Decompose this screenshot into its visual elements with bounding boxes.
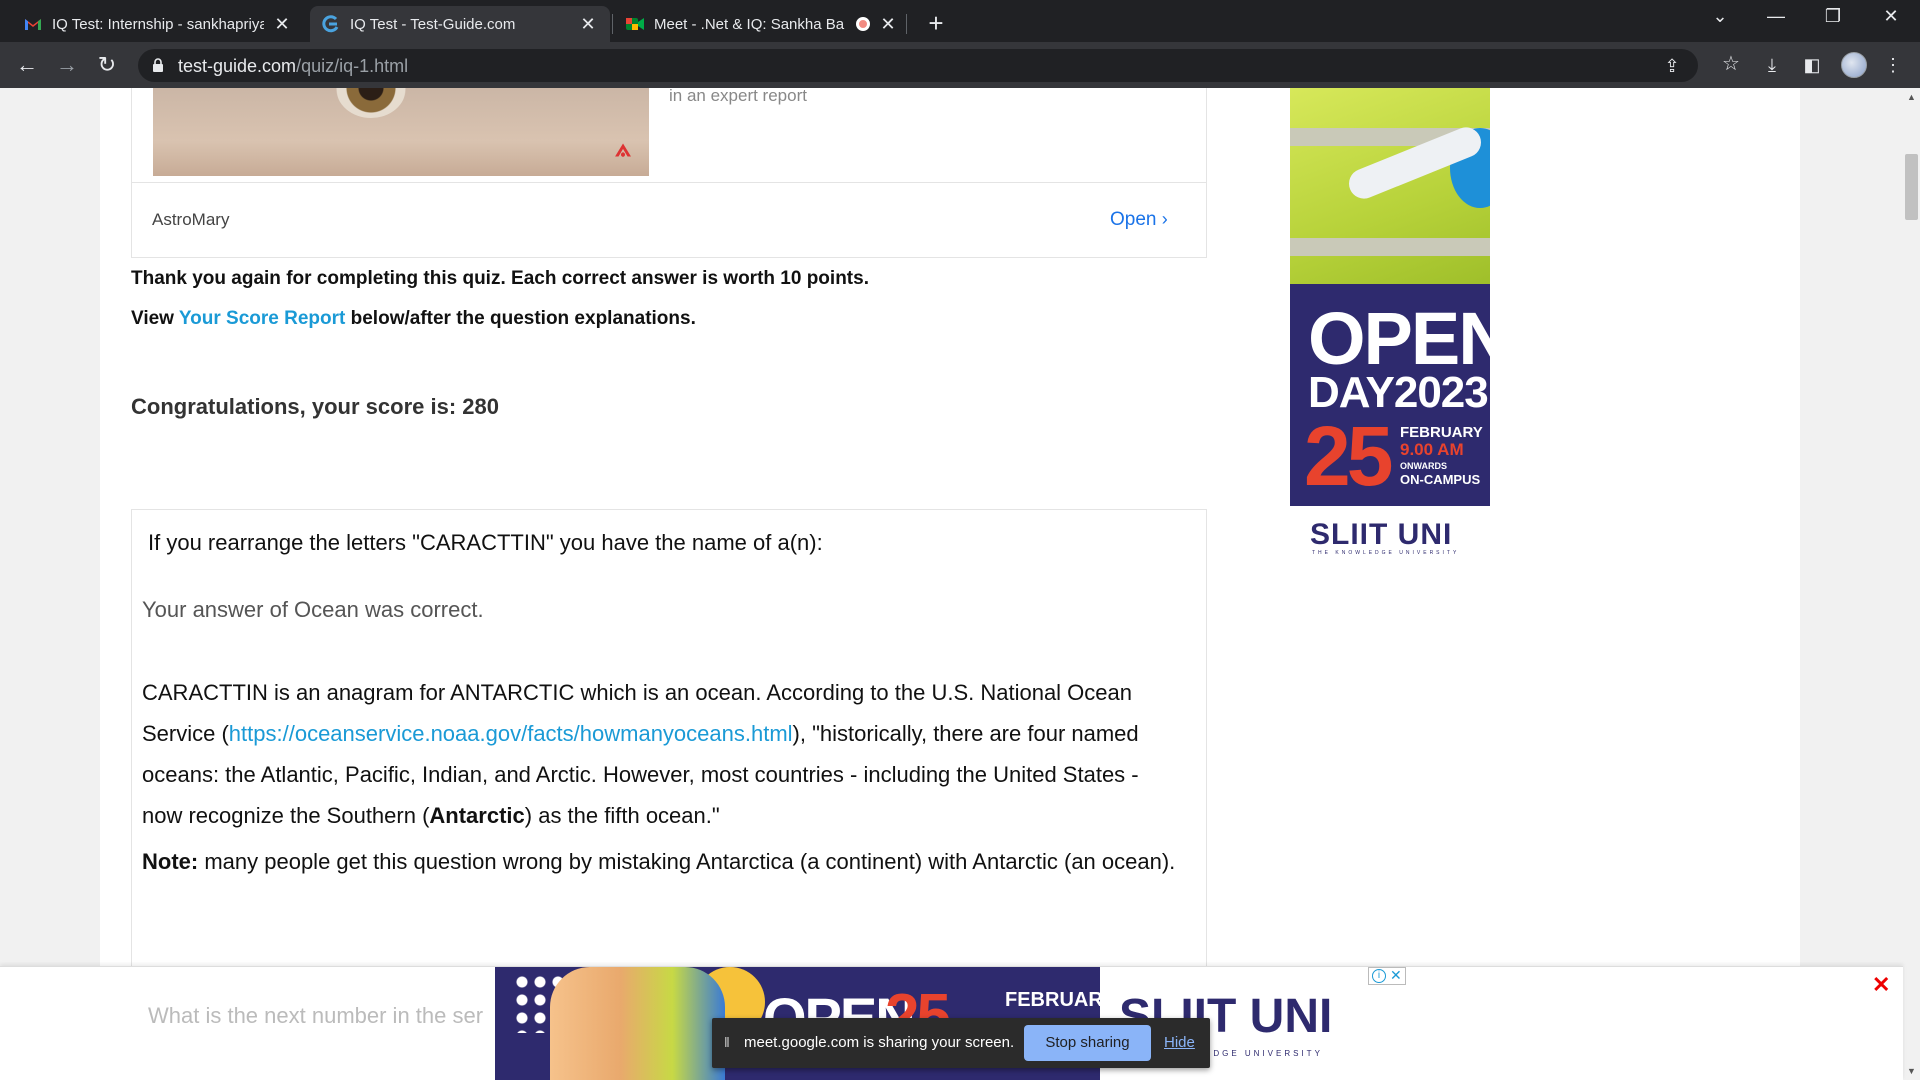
note-label: Note: (142, 849, 199, 874)
new-tab-icon[interactable]: + (922, 8, 950, 39)
page-viewport: ⟑ in an expert report AstroMary Open › T… (0, 88, 1903, 1080)
scrollbar-thumb[interactable] (1905, 154, 1918, 220)
ad-month: FEBRUARY (1400, 424, 1483, 441)
page-content: ⟑ in an expert report AstroMary Open › T… (100, 88, 1800, 1080)
ad-open-label: Open (1110, 209, 1157, 230)
tab-gmail[interactable]: IQ Test: Internship - sankhapriyan ✕ (12, 6, 304, 42)
explanation-bold: Antarctic (429, 803, 525, 828)
view-prefix: View (131, 308, 179, 329)
ad-logo-icon: ⟑ (615, 132, 631, 162)
url-text: test-guide.com/quiz/iq-1.html (178, 56, 408, 77)
tab-title: IQ Test - Test-Guide.com (350, 15, 516, 33)
test-guide-icon (322, 15, 340, 33)
close-window-icon[interactable]: ✕ (1871, 6, 1911, 27)
tab-search-icon[interactable]: ⌄ (1700, 6, 1740, 27)
meet-icon (626, 15, 644, 33)
noaa-link[interactable]: https://oceanservice.noaa.gov/facts/howm… (229, 721, 793, 746)
eye-image (336, 88, 406, 118)
tab-title: Meet - .Net & IQ: Sankha Ba (654, 15, 845, 33)
vest-stripe (1290, 238, 1490, 256)
scroll-down-icon[interactable]: ▼ (1903, 1064, 1920, 1078)
next-question-text: What is the next number in the ser (148, 1003, 484, 1028)
forward-icon[interactable]: → (54, 52, 80, 78)
tab-separator (612, 14, 613, 34)
hide-button[interactable]: Hide (1164, 1034, 1195, 1051)
tab-test-guide[interactable]: IQ Test - Test-Guide.com ✕ (310, 6, 610, 42)
ad-open-word: OPEN (1308, 297, 1512, 380)
share-message: meet.google.com is sharing your screen. (744, 1034, 1015, 1051)
bottom-ad-month: FEBRUARY (1005, 989, 1100, 1011)
ad-choices[interactable]: i ✕ (1368, 967, 1406, 985)
close-tab-icon[interactable]: ✕ (578, 14, 598, 35)
close-sticky-ad-icon[interactable]: ✕ (1872, 972, 1890, 998)
url-path: /quiz/iq-1.html (296, 56, 409, 76)
scroll-up-icon[interactable]: ▲ (1903, 90, 1920, 104)
ad-date: 25 (1304, 409, 1393, 503)
bottom-ad-tagline: EDGE UNIVERSITY (1205, 1049, 1323, 1058)
reload-icon[interactable]: ↻ (94, 52, 120, 78)
tab-strip: IQ Test: Internship - sankhapriyan ✕ IQ … (0, 0, 1920, 42)
ad-onwards: ONWARDS (1400, 461, 1447, 471)
url-host: test-guide.com (178, 56, 297, 76)
tab-title: IQ Test: Internship - sankhapriyan (52, 15, 264, 33)
ad-campus: ON-CAMPUS (1400, 472, 1481, 487)
info-icon[interactable]: i (1372, 969, 1386, 983)
screen-share-bar: ‖ meet.google.com is sharing your screen… (712, 1018, 1210, 1068)
share-icon[interactable]: ⇪ (1662, 56, 1682, 76)
note-text: Note: many people get this question wron… (142, 841, 1182, 882)
bookmark-star-icon[interactable]: ☆ (1721, 54, 1741, 74)
drag-handle-icon[interactable]: ‖ (724, 1034, 730, 1050)
browser-toolbar: ← → ↻ test-guide.com/quiz/iq-1.html ⇪ ☆ … (0, 42, 1920, 88)
chevron-right-icon: › (1161, 209, 1168, 229)
recording-icon (856, 17, 870, 31)
explanation-text: CARACTTIN is an anagram for ANTARCTIC wh… (142, 672, 1182, 836)
view-suffix: below/after the question explanations. (345, 308, 696, 329)
close-tab-icon[interactable]: ✕ (272, 14, 292, 35)
explanation-part: ) as the fifth ocean." (524, 803, 720, 828)
tab-meet[interactable]: Meet - .Net & IQ: Sankha Ba ✕ (614, 6, 910, 42)
download-icon[interactable]: ⤓ (1761, 54, 1783, 76)
lock-icon[interactable] (152, 58, 164, 78)
minimize-icon[interactable]: — (1756, 6, 1796, 27)
address-bar[interactable]: test-guide.com/quiz/iq-1.html ⇪ ☆ (138, 49, 1740, 82)
ad-brand: AstroMary (152, 210, 230, 229)
sliit-tagline: THE KNOWLEDGE UNIVERSITY (1312, 550, 1460, 556)
ad-image[interactable]: ⟑ (153, 88, 649, 176)
restore-icon[interactable]: ❐ (1813, 6, 1853, 27)
ad-text: in an expert report (669, 88, 807, 105)
ad-time: 9.00 AM (1400, 440, 1464, 459)
ad-worker-image (1290, 88, 1490, 284)
score-report-link[interactable]: Your Score Report (179, 308, 345, 329)
ad-people-image (550, 967, 725, 1080)
open-day-banner: OPEN DAY2023 25 FEBRUARY 9.00 AM ONWARDS… (1290, 284, 1512, 506)
avatar[interactable] (1841, 52, 1867, 78)
side-panel-icon[interactable]: ◧ (1801, 54, 1823, 76)
answer-feedback: Your answer of Ocean was correct. (142, 597, 484, 622)
back-icon[interactable]: ← (14, 52, 40, 78)
close-ad-icon[interactable]: ✕ (1390, 967, 1402, 984)
gmail-icon (24, 15, 42, 33)
tab-separator (906, 14, 907, 34)
view-report-line: View Your Score Report below/after the q… (131, 308, 696, 330)
score-text: Congratulations, your score is: 280 (131, 394, 499, 419)
menu-icon[interactable]: ⋮ (1882, 54, 1904, 76)
ad-open-link[interactable]: Open › (1110, 209, 1168, 231)
scrollbar[interactable] (1903, 88, 1920, 1080)
stop-sharing-button[interactable]: Stop sharing (1024, 1025, 1151, 1061)
sliit-logo: SLIIT UNI (1310, 518, 1453, 551)
divider (131, 182, 1207, 183)
thank-you-text: Thank you again for completing this quiz… (131, 268, 869, 289)
close-tab-icon[interactable]: ✕ (878, 14, 898, 35)
question-text: If you rearrange the letters "CARACTTIN"… (148, 530, 823, 555)
side-ad[interactable]: OPEN DAY2023 25 FEBRUARY 9.00 AM ONWARDS… (1290, 88, 1512, 558)
note-body: many people get this question wrong by m… (198, 849, 1176, 874)
